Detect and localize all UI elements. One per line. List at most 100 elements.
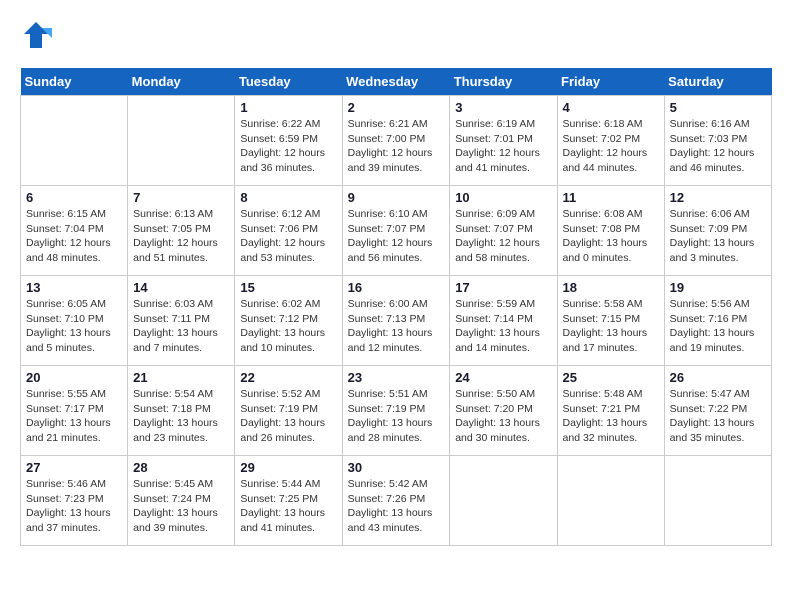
calendar-cell: 4Sunrise: 6:18 AMSunset: 7:02 PMDaylight… <box>557 96 664 186</box>
calendar-cell: 28Sunrise: 5:45 AMSunset: 7:24 PMDayligh… <box>128 456 235 546</box>
calendar-cell: 5 Sunrise: 6:16 AMSunset: 7:03 PMDaylight… <box>664 96 771 186</box>
day-info: Sunrise: 6:15 AMSunset: 7:04 PMDaylight:… <box>26 207 122 266</box>
calendar-cell: 11 Sunrise: 6:08 AMSunset: 7:08 PMDayligh… <box>557 186 664 276</box>
day-info: Sunrise: 5:56 AMSunset: 7:16 PMDaylight:… <box>670 297 766 356</box>
week-row-5: 27 Sunrise: 5:46 AMSunset: 7:23 PMDayligh… <box>21 456 772 546</box>
day-number: 22 <box>240 370 336 385</box>
day-info: Sunrise: 6:03 AMSunset: 7:11 PMDaylight:… <box>133 297 229 356</box>
page-header <box>20 20 772 52</box>
day-info: Sunrise: 6:09 AMSunset: 7:07 PMDaylight:… <box>455 207 551 266</box>
day-info: Sunrise: 6:22 AMSunset: 6:59 PMDaylight:… <box>240 117 336 176</box>
day-number: 19 <box>670 280 766 295</box>
week-row-1: 1 Sunrise: 6:22 AMSunset: 6:59 PMDaylight… <box>21 96 772 186</box>
week-row-3: 13 Sunrise: 6:05 AMSunset: 7:10 PMDayligh… <box>21 276 772 366</box>
calendar-cell: 12 Sunrise: 6:06 AMSunset: 7:09 PMDayligh… <box>664 186 771 276</box>
day-number: 30 <box>348 460 445 475</box>
day-number: 18 <box>563 280 659 295</box>
day-number: 16 <box>348 280 445 295</box>
day-number: 3 <box>455 100 551 115</box>
calendar-cell: 24 Sunrise: 5:50 AMSunset: 7:20 PMDayligh… <box>450 366 557 456</box>
logo-icon <box>20 20 52 52</box>
weekday-header-sunday: Sunday <box>21 68 128 96</box>
calendar-cell: 21 Sunrise: 5:54 AMSunset: 7:18 PMDayligh… <box>128 366 235 456</box>
calendar-cell <box>664 456 771 546</box>
week-row-4: 20 Sunrise: 5:55 AMSunset: 7:17 PMDayligh… <box>21 366 772 456</box>
logo <box>20 20 56 52</box>
calendar-cell: 29Sunrise: 5:44 AMSunset: 7:25 PMDayligh… <box>235 456 342 546</box>
day-info: Sunrise: 5:50 AMSunset: 7:20 PMDaylight:… <box>455 387 551 446</box>
day-number: 27 <box>26 460 122 475</box>
calendar-table: SundayMondayTuesdayWednesdayThursdayFrid… <box>20 68 772 546</box>
day-info: Sunrise: 6:00 AMSunset: 7:13 PMDaylight:… <box>348 297 445 356</box>
day-number: 25 <box>563 370 659 385</box>
day-info: Sunrise: 6:18 AMSunset: 7:02 PMDaylight:… <box>563 117 659 176</box>
calendar-cell: 23Sunrise: 5:51 AMSunset: 7:19 PMDayligh… <box>342 366 450 456</box>
day-number: 1 <box>240 100 336 115</box>
calendar-cell: 2 Sunrise: 6:21 AMSunset: 7:00 PMDaylight… <box>342 96 450 186</box>
day-info: Sunrise: 6:16 AMSunset: 7:03 PMDaylight:… <box>670 117 766 176</box>
day-info: Sunrise: 5:46 AMSunset: 7:23 PMDaylight:… <box>26 477 122 536</box>
calendar-cell: 9 Sunrise: 6:10 AMSunset: 7:07 PMDaylight… <box>342 186 450 276</box>
day-number: 12 <box>670 190 766 205</box>
day-number: 29 <box>240 460 336 475</box>
calendar-cell: 13 Sunrise: 6:05 AMSunset: 7:10 PMDayligh… <box>21 276 128 366</box>
day-info: Sunrise: 5:54 AMSunset: 7:18 PMDaylight:… <box>133 387 229 446</box>
weekday-header-tuesday: Tuesday <box>235 68 342 96</box>
calendar-cell: 17Sunrise: 5:59 AMSunset: 7:14 PMDayligh… <box>450 276 557 366</box>
day-info: Sunrise: 6:05 AMSunset: 7:10 PMDaylight:… <box>26 297 122 356</box>
day-number: 7 <box>133 190 229 205</box>
calendar-cell: 8 Sunrise: 6:12 AMSunset: 7:06 PMDaylight… <box>235 186 342 276</box>
day-number: 21 <box>133 370 229 385</box>
day-number: 24 <box>455 370 551 385</box>
day-info: Sunrise: 5:55 AMSunset: 7:17 PMDaylight:… <box>26 387 122 446</box>
day-info: Sunrise: 6:08 AMSunset: 7:08 PMDaylight:… <box>563 207 659 266</box>
calendar-cell <box>128 96 235 186</box>
day-info: Sunrise: 6:10 AMSunset: 7:07 PMDaylight:… <box>348 207 445 266</box>
calendar-cell <box>450 456 557 546</box>
day-info: Sunrise: 5:52 AMSunset: 7:19 PMDaylight:… <box>240 387 336 446</box>
weekday-header-monday: Monday <box>128 68 235 96</box>
calendar-cell: 7Sunrise: 6:13 AMSunset: 7:05 PMDaylight… <box>128 186 235 276</box>
calendar-cell <box>557 456 664 546</box>
calendar-cell <box>21 96 128 186</box>
day-number: 13 <box>26 280 122 295</box>
day-info: Sunrise: 5:58 AMSunset: 7:15 PMDaylight:… <box>563 297 659 356</box>
day-number: 28 <box>133 460 229 475</box>
day-info: Sunrise: 5:47 AMSunset: 7:22 PMDaylight:… <box>670 387 766 446</box>
day-info: Sunrise: 5:42 AMSunset: 7:26 PMDaylight:… <box>348 477 445 536</box>
day-number: 11 <box>563 190 659 205</box>
day-info: Sunrise: 5:48 AMSunset: 7:21 PMDaylight:… <box>563 387 659 446</box>
weekday-header-row: SundayMondayTuesdayWednesdayThursdayFrid… <box>21 68 772 96</box>
day-number: 20 <box>26 370 122 385</box>
day-number: 2 <box>348 100 445 115</box>
calendar-cell: 25 Sunrise: 5:48 AMSunset: 7:21 PMDayligh… <box>557 366 664 456</box>
week-row-2: 6 Sunrise: 6:15 AMSunset: 7:04 PMDaylight… <box>21 186 772 276</box>
day-number: 6 <box>26 190 122 205</box>
day-number: 15 <box>240 280 336 295</box>
calendar-cell: 27 Sunrise: 5:46 AMSunset: 7:23 PMDayligh… <box>21 456 128 546</box>
calendar-cell: 14Sunrise: 6:03 AMSunset: 7:11 PMDayligh… <box>128 276 235 366</box>
day-info: Sunrise: 6:02 AMSunset: 7:12 PMDaylight:… <box>240 297 336 356</box>
day-number: 10 <box>455 190 551 205</box>
weekday-header-friday: Friday <box>557 68 664 96</box>
calendar-cell: 15 Sunrise: 6:02 AMSunset: 7:12 PMDayligh… <box>235 276 342 366</box>
calendar-cell: 30 Sunrise: 5:42 AMSunset: 7:26 PMDayligh… <box>342 456 450 546</box>
day-info: Sunrise: 6:12 AMSunset: 7:06 PMDaylight:… <box>240 207 336 266</box>
weekday-header-wednesday: Wednesday <box>342 68 450 96</box>
calendar-cell: 1 Sunrise: 6:22 AMSunset: 6:59 PMDaylight… <box>235 96 342 186</box>
day-number: 9 <box>348 190 445 205</box>
weekday-header-saturday: Saturday <box>664 68 771 96</box>
calendar-cell: 22 Sunrise: 5:52 AMSunset: 7:19 PMDayligh… <box>235 366 342 456</box>
day-info: Sunrise: 6:21 AMSunset: 7:00 PMDaylight:… <box>348 117 445 176</box>
day-info: Sunrise: 5:59 AMSunset: 7:14 PMDaylight:… <box>455 297 551 356</box>
day-info: Sunrise: 6:19 AMSunset: 7:01 PMDaylight:… <box>455 117 551 176</box>
day-number: 5 <box>670 100 766 115</box>
day-info: Sunrise: 5:51 AMSunset: 7:19 PMDaylight:… <box>348 387 445 446</box>
calendar-cell: 3 Sunrise: 6:19 AMSunset: 7:01 PMDaylight… <box>450 96 557 186</box>
day-number: 8 <box>240 190 336 205</box>
calendar-cell: 19 Sunrise: 5:56 AMSunset: 7:16 PMDayligh… <box>664 276 771 366</box>
calendar-cell: 6 Sunrise: 6:15 AMSunset: 7:04 PMDaylight… <box>21 186 128 276</box>
day-info: Sunrise: 6:06 AMSunset: 7:09 PMDaylight:… <box>670 207 766 266</box>
calendar-cell: 10 Sunrise: 6:09 AMSunset: 7:07 PMDayligh… <box>450 186 557 276</box>
calendar-cell: 20 Sunrise: 5:55 AMSunset: 7:17 PMDayligh… <box>21 366 128 456</box>
